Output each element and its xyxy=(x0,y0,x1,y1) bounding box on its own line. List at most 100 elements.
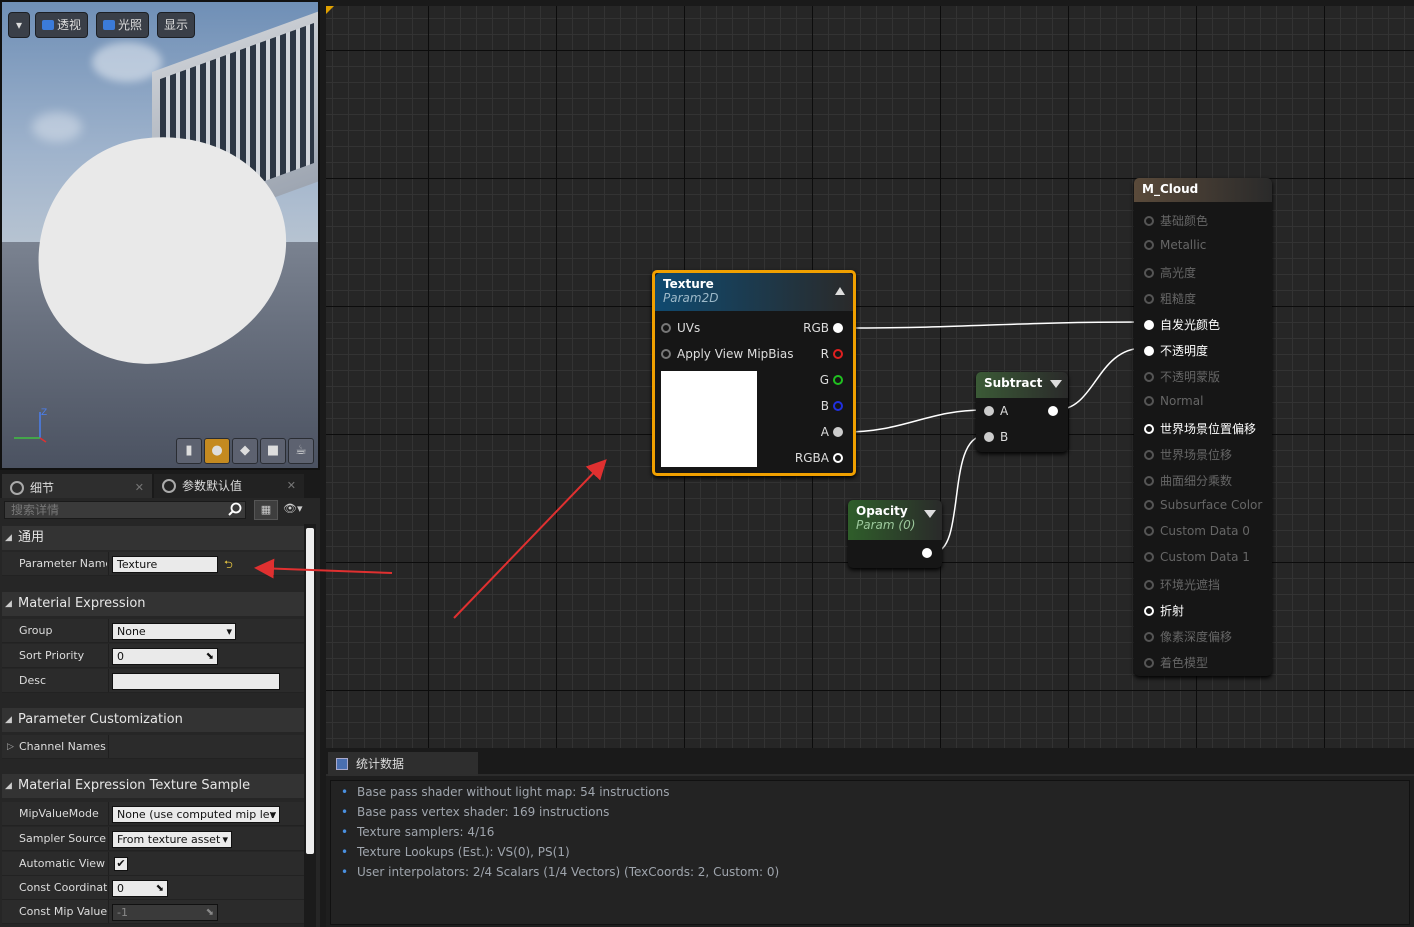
details-scrollbar[interactable] xyxy=(304,524,316,927)
pin-g[interactable]: G xyxy=(820,373,843,387)
pin-rgba[interactable]: RGBA xyxy=(795,451,843,465)
pin-b[interactable]: B xyxy=(821,399,843,413)
reset-to-default-icon[interactable]: ⮌ xyxy=(224,556,233,575)
texture-param-node[interactable]: Texture Param2D UVs Apply View MipBias R… xyxy=(652,270,856,476)
cylinder-icon[interactable]: ▮ xyxy=(176,438,202,464)
close-icon[interactable]: ✕ xyxy=(287,474,296,498)
material-graph-canvas[interactable]: Texture Param2D UVs Apply View MipBias R… xyxy=(322,0,1414,748)
automatic-view-checkbox[interactable]: ✔ xyxy=(114,857,128,871)
collapse-arrow-icon[interactable] xyxy=(835,287,845,295)
material-input-label: 不透明蒙版 xyxy=(1160,370,1221,384)
output-pin-icon[interactable] xyxy=(1048,406,1058,416)
pin-r-label: R xyxy=(820,347,829,361)
row-channel-names[interactable]: ▷ Channel Names xyxy=(2,735,304,759)
parameter-name-input[interactable]: Texture xyxy=(112,556,218,573)
material-node-header[interactable]: M_Cloud xyxy=(1134,178,1272,202)
tab-details[interactable]: 细节 ✕ xyxy=(2,474,152,498)
pin-subtract-b[interactable]: B xyxy=(984,430,1008,444)
pin-subtract-a[interactable]: A xyxy=(984,404,1008,418)
output-pin-icon[interactable] xyxy=(922,548,932,558)
mip-value-mode-dropdown[interactable]: None (use computed mip lev xyxy=(112,806,280,823)
collapse-arrow-icon[interactable] xyxy=(924,510,936,518)
material-input-pin[interactable]: 像素深度偏移 xyxy=(1144,628,1232,645)
pin-apply-view-mipbias[interactable]: Apply View MipBias xyxy=(661,347,793,361)
subtract-node-header[interactable]: Subtract xyxy=(976,372,1068,398)
input-pin-icon xyxy=(661,349,671,359)
pin-r[interactable]: R xyxy=(821,347,843,361)
desc-input[interactable] xyxy=(112,673,280,690)
search-icon[interactable] xyxy=(228,502,242,516)
sampler-source-dropdown[interactable]: From texture asset xyxy=(112,831,232,848)
tab-parameter-defaults[interactable]: 参数默认值 ✕ xyxy=(154,474,304,498)
property-matrix-button[interactable]: ▦ xyxy=(254,500,278,520)
input-pin-icon xyxy=(1144,268,1154,278)
const-coordinate-input[interactable]: 0 xyxy=(112,880,168,897)
material-preview-viewport[interactable]: ▾ 透视 光照 显示 Z ▮ ● ◆ ■ ☕ xyxy=(0,0,320,470)
material-input-pin[interactable]: Custom Data 1 xyxy=(1144,550,1250,564)
cube-icon[interactable]: ■ xyxy=(260,438,286,464)
material-input-pin[interactable]: 世界场景位置偏移 xyxy=(1144,420,1256,437)
collapse-arrow-icon[interactable] xyxy=(1050,380,1062,388)
category-texture-sample[interactable]: Material Expression Texture Sample xyxy=(2,774,304,798)
expand-arrow-icon[interactable]: ▷ xyxy=(7,735,14,759)
material-input-pin[interactable]: 自发光颜色 xyxy=(1144,316,1220,333)
view-options-button[interactable]: 👁▾ xyxy=(283,502,315,518)
viewport-menu-button[interactable]: ▾ xyxy=(8,12,30,38)
row-mip-value-mode: MipValueMode None (use computed mip lev xyxy=(2,802,304,826)
sphere-icon[interactable]: ● xyxy=(204,438,230,464)
category-parameter-customization[interactable]: Parameter Customization xyxy=(2,708,304,732)
group-dropdown[interactable]: None xyxy=(112,623,236,640)
stats-panel: 统计数据 Base pass shader without light map:… xyxy=(326,750,1414,927)
material-input-pin[interactable]: 环境光遮挡 xyxy=(1144,576,1220,593)
magnifier-icon xyxy=(162,479,176,493)
material-input-pin[interactable]: 不透明蒙版 xyxy=(1144,368,1220,385)
material-input-pin[interactable]: Normal xyxy=(1144,394,1203,408)
search-input[interactable]: 搜索详情 xyxy=(4,501,246,519)
material-input-pin[interactable]: 折射 xyxy=(1144,602,1184,619)
material-input-pin[interactable]: Custom Data 0 xyxy=(1144,524,1250,538)
material-input-label: 曲面细分乘数 xyxy=(1160,474,1233,488)
material-input-pin[interactable]: 基础颜色 xyxy=(1144,212,1208,229)
input-pin-icon xyxy=(661,323,671,333)
category-material-expression[interactable]: Material Expression xyxy=(2,592,304,616)
details-search-row: 搜索详情 ▦ 👁▾ xyxy=(0,498,320,524)
channel-names-label: Channel Names xyxy=(19,740,106,753)
material-input-pin[interactable]: 高光度 xyxy=(1144,264,1196,281)
material-input-label: Normal xyxy=(1160,394,1204,408)
show-button[interactable]: 显示 xyxy=(157,12,196,38)
material-input-pin[interactable]: 曲面细分乘数 xyxy=(1144,472,1232,489)
material-input-pin[interactable]: 世界场景位移 xyxy=(1144,446,1232,463)
category-general[interactable]: 通用 xyxy=(2,526,304,550)
material-input-label: Metallic xyxy=(1160,238,1207,252)
opacity-param-node[interactable]: Opacity Param (0) xyxy=(848,500,942,568)
pin-uvs[interactable]: UVs xyxy=(661,321,700,335)
perspective-button[interactable]: 透视 xyxy=(35,12,89,38)
subtract-node[interactable]: Subtract A B xyxy=(976,372,1068,452)
opacity-node-header[interactable]: Opacity Param (0) xyxy=(848,500,942,540)
sort-priority-input[interactable]: 0 xyxy=(112,648,218,665)
texture-node-header[interactable]: Texture Param2D xyxy=(655,273,853,311)
lit-sphere-icon xyxy=(103,20,115,30)
input-pin-icon xyxy=(1144,450,1154,460)
preview-shape-toolbar: ▮ ● ◆ ■ ☕ xyxy=(176,438,314,464)
output-pin-icon xyxy=(833,375,843,385)
material-input-pin[interactable]: Metallic xyxy=(1144,238,1206,252)
perspective-icon xyxy=(42,20,54,30)
divider xyxy=(108,669,109,692)
tab-stats[interactable]: 统计数据 xyxy=(328,752,478,776)
material-input-pin[interactable]: Subsurface Color xyxy=(1144,498,1262,512)
output-pin-icon xyxy=(833,349,843,359)
scrollbar-thumb[interactable] xyxy=(306,528,314,854)
stats-tab-bar: 统计数据 xyxy=(326,750,1414,776)
close-icon[interactable]: ✕ xyxy=(135,476,144,500)
pin-a[interactable]: A xyxy=(821,425,843,439)
plane-icon[interactable]: ◆ xyxy=(232,438,258,464)
material-input-pin[interactable]: 不透明度 xyxy=(1144,342,1208,359)
pin-rgb[interactable]: RGB xyxy=(803,321,843,335)
lit-button[interactable]: 光照 xyxy=(96,12,150,38)
material-input-pin[interactable]: 着色模型 xyxy=(1144,654,1208,671)
teapot-icon[interactable]: ☕ xyxy=(288,438,314,464)
category-material-expression-label: Material Expression xyxy=(18,596,146,611)
material-result-node[interactable]: M_Cloud 基础颜色 Metallic 高光度粗糙度自发光颜色不透明度不透明蒙版… xyxy=(1134,178,1272,676)
material-input-pin[interactable]: 粗糙度 xyxy=(1144,290,1196,307)
